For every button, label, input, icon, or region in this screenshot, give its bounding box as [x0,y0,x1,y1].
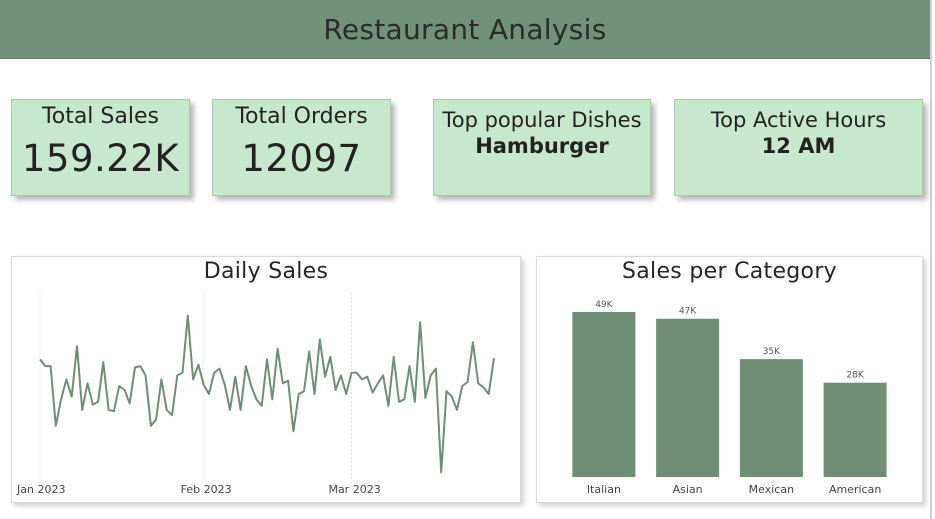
kpi-label: Top popular Dishes [442,108,642,132]
data-label: 49K [595,300,613,310]
kpi-card-top-dish[interactable]: Top popular Dishes Hamburger [433,99,651,196]
x-tick-label: Mexican [749,483,794,496]
header-banner: Restaurant Analysis [0,0,930,59]
bar[interactable] [823,382,887,477]
kpi-card-total-sales[interactable]: Total Sales 159.22K [11,99,190,196]
sales-per-category-panel[interactable]: Sales per Category 49K Italian 47K Asian 35K… [536,256,923,503]
kpi-value: 12 AM [761,134,836,158]
x-tick-label: American [829,483,881,496]
kpi-value: Hamburger [475,134,609,158]
x-tick-label: Feb 2023 [181,483,232,496]
page-title: Restaurant Analysis [323,12,607,46]
bar[interactable] [739,359,803,477]
data-label: 47K [679,307,697,317]
kpi-value: 159.22K [21,137,180,180]
daily-sales-panel[interactable]: Daily Sales Jan 2023 Feb 2023 Mar 2023 [11,256,521,503]
x-tick-label: Italian [587,483,621,496]
bar[interactable] [656,318,720,477]
kpi-card-total-orders[interactable]: Total Orders 12097 [212,99,391,196]
series-line[interactable] [39,314,495,474]
bar[interactable] [572,312,636,477]
kpi-card-top-hour[interactable]: Top Active Hours 12 AM [674,99,923,196]
kpi-label: Total Orders [235,104,368,129]
data-label: 35K [763,347,781,357]
daily-sales-chart[interactable]: Jan 2023 Feb 2023 Mar 2023 [12,257,520,502]
kpi-label: Total Sales [42,104,159,129]
kpi-value: 12097 [241,137,362,180]
page-divider [930,0,932,519]
x-tick-label: Mar 2023 [328,483,380,496]
x-tick-label: Asian [673,483,703,496]
kpi-label: Top Active Hours [710,108,887,132]
sales-per-category-chart[interactable]: 49K Italian 47K Asian 35K Mexican 28K American [537,257,922,502]
x-tick-label: Jan 2023 [16,483,65,496]
data-label: 28K [846,371,864,381]
